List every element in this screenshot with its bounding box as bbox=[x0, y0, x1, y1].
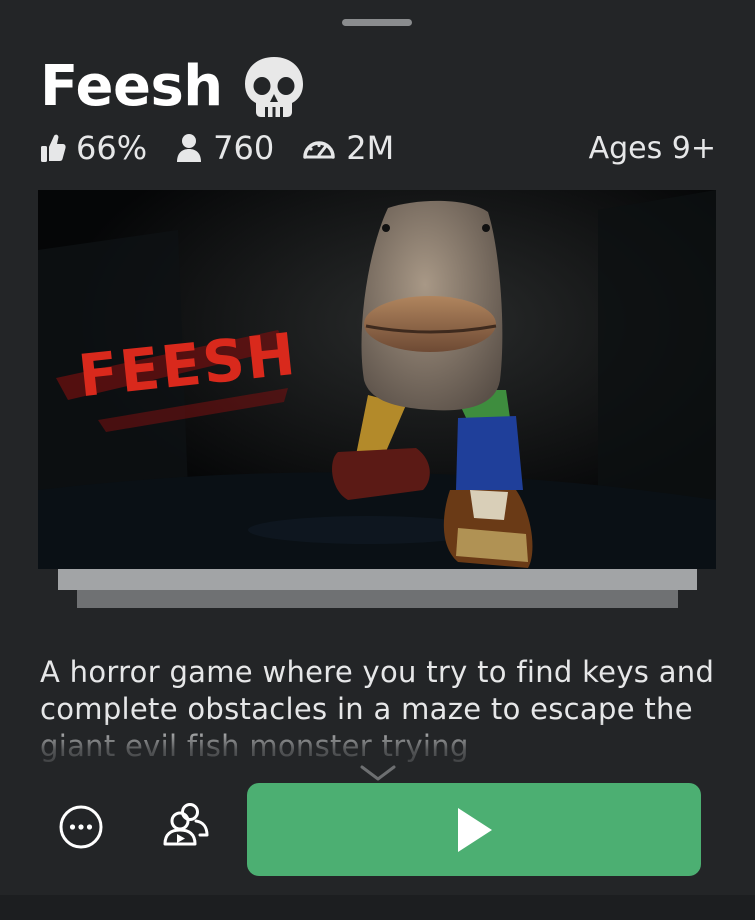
playing-stat: 760 bbox=[175, 129, 274, 167]
rating-stat: 66% bbox=[40, 129, 147, 167]
party-icon[interactable] bbox=[160, 800, 212, 852]
chevron-down-icon[interactable] bbox=[358, 764, 398, 782]
play-button[interactable] bbox=[247, 783, 701, 876]
visits-value: 2M bbox=[346, 129, 395, 167]
carousel-stack-middle bbox=[58, 568, 697, 590]
stats-row: 66% 760 2M Ages 9+ bbox=[40, 127, 716, 169]
game-thumbnail[interactable]: FEESH bbox=[38, 190, 716, 569]
description-fade bbox=[0, 720, 755, 770]
game-details-sheet: Feesh 66% 760 2M Ages 9+ FEESH A horror … bbox=[0, 0, 755, 920]
skull-icon bbox=[244, 57, 303, 117]
speedometer-icon bbox=[303, 141, 335, 159]
person-icon bbox=[177, 134, 202, 162]
age-rating: Ages 9+ bbox=[588, 130, 716, 166]
more-options-icon[interactable] bbox=[58, 804, 104, 850]
sheet-drag-handle[interactable] bbox=[342, 19, 412, 26]
game-title: Feesh bbox=[40, 54, 223, 119]
visits-stat: 2M bbox=[302, 129, 394, 167]
bottom-strip bbox=[0, 895, 755, 920]
rating-value: 66% bbox=[76, 129, 148, 167]
thumbs-up-icon bbox=[41, 134, 66, 162]
title-row: Feesh bbox=[40, 52, 307, 122]
playing-value: 760 bbox=[213, 129, 275, 167]
play-icon bbox=[458, 807, 492, 852]
thumbnail-art: FEESH bbox=[38, 190, 716, 569]
